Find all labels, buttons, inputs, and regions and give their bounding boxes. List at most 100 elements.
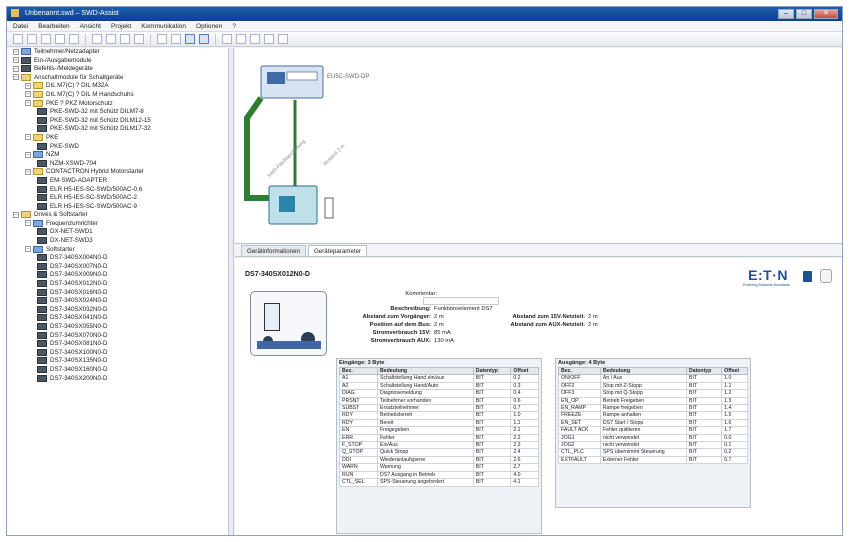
settings-icon[interactable] [264,34,274,44]
expand-toggle-icon[interactable]: − [13,57,19,64]
menu-item-optionen[interactable]: Optionen [196,21,222,31]
kommentar-input[interactable] [423,297,499,305]
maximize-button[interactable]: □ [796,9,812,19]
menu-item-bearbeiten[interactable]: Bearbeiten [38,21,69,31]
tree-item[interactable]: NZM-XSWD-704 [7,159,228,169]
copy-icon[interactable] [106,34,116,44]
table-row[interactable]: ON/OFF An / Aus BIT 1.0 [558,374,748,383]
tree-item[interactable]: DS7-340SX004N0-D [7,254,228,263]
table-row[interactable]: RDY Betriebsbereit BIT 1.0 [339,411,539,420]
zoom-out-icon[interactable] [171,34,181,44]
table-row[interactable]: FREEZE Rampe anhalten BIT 1.5 [558,411,748,420]
zoom-in-icon[interactable] [157,34,167,44]
table-row[interactable]: F_STOP Ein/Aus BIT 2.3 [339,441,539,450]
expand-toggle-icon[interactable]: − [13,74,19,81]
layout-icon[interactable] [199,34,209,44]
tree-item[interactable]: − Drives & Softstarter [7,211,228,220]
table-row[interactable]: OFF2 Stop mit Z-Stopp BIT 1.1 [558,381,748,391]
tree-item[interactable]: DS7-340SX100N0-D [7,348,228,358]
tree-item[interactable]: PKE-SWD-32 mit Schütz DILM17-32 [7,125,228,134]
tree-item[interactable]: DX-NET-SWD1 [7,228,228,237]
expand-toggle-icon[interactable]: − [13,65,19,72]
column-header[interactable]: Bez. [339,366,378,376]
tree-item[interactable]: − PKE ? PKZ Motorschutz [7,99,228,109]
tree-item[interactable]: DS7-340SX135N0-D [7,357,228,366]
column-header[interactable]: Datentyp [686,366,723,376]
table-row[interactable]: OFF3 Stop mit Q-Stopp BIT 1.2 [558,389,748,398]
column-header[interactable]: Datentyp [472,366,512,376]
table-row[interactable]: CTL_SEL SPS-Steuerung angefordert BIT 4.1 [339,478,539,487]
tree-item[interactable]: DS7-340SX007N0-D [7,262,228,272]
tree-item[interactable]: ELR H5-IES-SC-SWD/500AC-2 [7,194,228,203]
menu-item-projekt[interactable]: Projekt [111,21,131,31]
tree-item[interactable]: DS7-340SX055N0-D [7,323,228,332]
table-row[interactable]: EXTFAULT Externer Fehler BIT 0.7 [558,455,748,465]
column-header[interactable]: Offset [721,366,748,376]
help-icon[interactable] [278,34,288,44]
step-icon[interactable] [236,34,246,44]
tree-item[interactable]: DS7-340SX012N0-D [7,280,228,289]
tree-item[interactable]: DS7-340SX160N0-D [7,365,228,375]
table-row[interactable]: ERR Fehler BIT 2.2 [339,433,539,443]
table-row[interactable]: EN_RAMP Rampe freigeben BIT 1.4 [558,404,748,413]
table-row[interactable]: EN Freigegeben BIT 2.1 [339,426,539,435]
tab-device-info[interactable]: Gerätinformationen [241,245,306,256]
table-row[interactable]: JOG1 nicht verwendet BIT 0.0 [558,433,748,443]
hand-icon[interactable] [820,269,832,283]
tree-item[interactable]: PKE-SWD-32 mit Schütz DILM7-8 [7,108,228,117]
table-row[interactable]: Q_STOP Quick Stopp BIT 2.4 [339,448,539,457]
tree-item[interactable]: − Frequenzumrichter [7,219,228,229]
run-icon[interactable] [222,34,232,44]
expand-toggle-icon[interactable]: − [13,211,19,218]
tree-item[interactable]: DS7-340SX041N0-D [7,314,228,323]
tree-item[interactable]: DX-NET-SWD3 [7,237,228,246]
table-row[interactable]: A1 Schaltstellung Hand ein/aus BIT 0.2 [339,374,539,383]
tree-item[interactable]: DS7-340SX032N0-D [7,305,228,315]
book-icon[interactable] [803,271,812,282]
table-row[interactable]: DDI Wiederanlaufsperre BIT 2.6 [339,455,539,465]
column-header[interactable]: Bedeutung [599,366,688,376]
tree-item[interactable]: ELR H5-IES-SC-SWD/500AC-9 [7,202,228,212]
save-icon[interactable] [41,34,51,44]
open-icon[interactable] [27,34,37,44]
tree-item[interactable]: − Softstarter [7,245,228,255]
tree-item[interactable]: DS7-340SX024N0-D [7,297,228,306]
table-row[interactable]: JOG2 nicht verwendet BIT 0.1 [558,441,748,450]
tree-item[interactable]: − PKE [7,133,228,143]
menu-item-kommunikation[interactable]: Kommunikation [141,21,186,31]
tree-item[interactable]: EM-SWD-ADAPTER [7,176,228,186]
grid-icon[interactable] [185,34,195,44]
tree-item[interactable]: DS7-340SX016N0-D [7,288,228,298]
tree-item[interactable]: − DIL M7(C) ? DIL M Handschuhs [7,90,228,100]
column-header[interactable]: Offset [510,366,539,376]
tree-item[interactable]: PKE-SWD-32 mit Schütz DILM12-15 [7,116,228,126]
print-icon[interactable] [55,34,65,44]
tree-item[interactable]: − CONTACTRON Hybrid Motorstarter [7,168,228,177]
tab-device-parameters[interactable]: Geräteparameter [307,245,368,256]
expand-toggle-icon[interactable]: − [25,134,31,141]
tree-item[interactable]: − Ein-/Ausgabemodule [7,56,228,66]
tree-item[interactable]: − Teilnehmer/Netzadapter [7,48,228,57]
tree-item[interactable]: DS7-340SX070N0-D [7,331,228,341]
table-row[interactable]: EN_SET DS7 Start / Stopp BIT 1.6 [558,418,748,428]
expand-toggle-icon[interactable]: − [25,151,31,158]
table-row[interactable]: RUN DS7 Ausgang in Betrieb BIT 4.0 [339,470,539,480]
undo-icon[interactable] [134,34,144,44]
expand-toggle-icon[interactable]: − [25,220,31,227]
expand-toggle-icon[interactable]: − [25,168,31,175]
table-row[interactable]: DIAG Diagnosemeldung BIT 0.4 [339,389,539,398]
table-row[interactable]: SUBST Ersatzteilnehmer BIT 0.7 [339,404,539,413]
paste-icon[interactable] [120,34,130,44]
new-icon[interactable] [13,34,23,44]
expand-toggle-icon[interactable]: − [13,48,19,55]
preview-icon[interactable] [69,34,79,44]
tree-item[interactable]: − Befehls-/Meldegeräte [7,65,228,74]
table-row[interactable]: PRSNT Teilnehmer vorhanden BIT 0.6 [339,396,539,406]
table-row[interactable]: FAULT ACK Fehler quittieren BIT 1.7 [558,426,748,435]
expand-toggle-icon[interactable]: − [25,100,31,107]
close-button[interactable]: ✕ [814,9,838,19]
tree-item[interactable]: DS7-340SX200N0-D [7,374,228,384]
tree-item[interactable]: DS7-340SX009N0-D [7,271,228,280]
table-row[interactable]: CTL_PLC SPS übernimmt Steuerung BIT 0.2 [558,448,748,457]
menu-item-help[interactable]: ? [232,21,236,31]
